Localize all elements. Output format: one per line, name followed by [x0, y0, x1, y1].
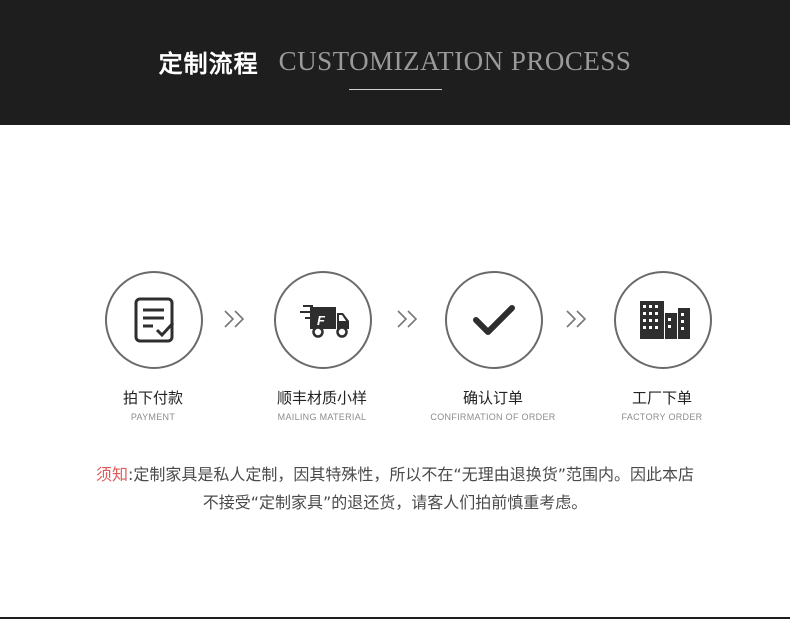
svg-text:F: F: [317, 313, 326, 328]
chevron-double-right-icon: [224, 310, 245, 328]
step-label-cn: 工厂下单: [631, 389, 692, 407]
title-chinese: 定制流程: [158, 50, 259, 78]
step-circle: F: [274, 271, 372, 369]
step-label-cn: 拍下付款: [122, 389, 183, 407]
header-banner: 定制流程 CUSTOMIZATION PROCESS: [0, 0, 790, 125]
notice-body-1: :定制家具是私人定制，因其特殊性，所以不在“无理由退换货”范围内。因此本店: [128, 465, 694, 484]
chevron-double-right-icon: [397, 310, 418, 328]
bottom-divider: [0, 617, 790, 619]
step-label-cn: 确认订单: [462, 389, 523, 407]
document-check-icon: [134, 297, 175, 343]
notice-text: 须知:定制家具是私人定制，因其特殊性，所以不在“无理由退换货”范围内。因此本店 …: [0, 461, 790, 517]
step-label-en: MAILING MATERIAL: [277, 412, 367, 422]
factory-building-icon: [640, 301, 690, 339]
delivery-truck-icon: F: [300, 305, 349, 338]
step-circle: [614, 271, 712, 369]
page-title: 定制流程 CUSTOMIZATION PROCESS: [0, 44, 790, 79]
step-circle: [105, 271, 203, 369]
title-underline: [349, 89, 442, 90]
checkmark-icon: [473, 305, 515, 335]
step-label-cn: 顺丰材质小样: [276, 389, 367, 407]
step-label-en: FACTORY ORDER: [621, 412, 703, 422]
notice-line-2: 不接受“定制家具”的退还货，请客人们拍前慎重考虑。: [202, 493, 588, 512]
step-label-en: PAYMENT: [130, 412, 176, 422]
notice-line-1: 须知:定制家具是私人定制，因其特殊性，所以不在“无理由退换货”范围内。因此本店: [0, 461, 790, 489]
title-english: CUSTOMIZATION PROCESS: [278, 46, 632, 76]
chevron-double-right-icon: [566, 310, 587, 328]
notice-label: 须知: [96, 465, 129, 484]
step-circle: [445, 271, 543, 369]
step-label-en: CONFIRMATION OF ORDER: [430, 412, 556, 422]
